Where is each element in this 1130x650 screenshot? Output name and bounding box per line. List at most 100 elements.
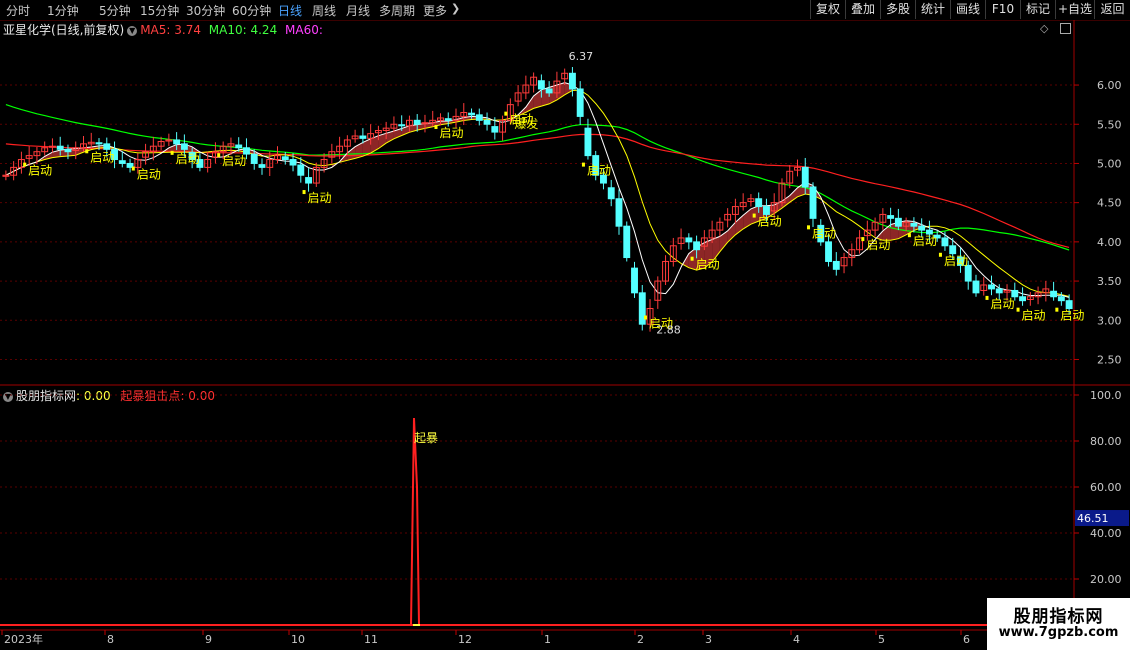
candle-body — [398, 124, 406, 127]
ma-ribbon — [331, 161, 340, 168]
ma-ribbon — [424, 122, 433, 129]
candle-body — [561, 72, 569, 80]
tab-multi-period[interactable]: 多周期 — [379, 2, 415, 19]
candle-body — [747, 198, 755, 202]
candle-body — [949, 245, 957, 255]
candle-body — [739, 202, 747, 208]
candle-body — [33, 151, 41, 157]
tab-5min[interactable]: 5分钟 — [99, 2, 131, 19]
ma-ribbon — [805, 182, 814, 196]
ma-ribbon — [91, 145, 100, 150]
price-tick-label: 5.50 — [1097, 118, 1122, 131]
ma-ribbon — [192, 146, 200, 153]
candle-body — [1065, 300, 1073, 310]
signal-dot — [938, 252, 942, 257]
back-button[interactable]: 返回 — [1094, 0, 1130, 19]
ma-ribbon — [727, 222, 736, 243]
tab-60min[interactable]: 60分钟 — [232, 2, 271, 19]
dropdown-icon[interactable]: ▼ — [127, 25, 138, 36]
tab-more[interactable]: 更多 — [423, 2, 447, 19]
signal-dot — [85, 149, 89, 154]
candle-body — [17, 159, 25, 168]
ma-ribbon — [813, 185, 821, 200]
dropdown-icon[interactable]: ▼ — [3, 391, 13, 402]
candle-body — [623, 225, 631, 259]
candle-body — [359, 135, 367, 139]
candle-body — [421, 122, 429, 125]
candle-body — [41, 147, 49, 153]
add-watchlist-button[interactable]: +自选 — [1055, 0, 1094, 19]
candle-body — [770, 202, 778, 212]
draw-line-button[interactable]: 画线 — [950, 0, 985, 19]
signal-label: 启动 — [308, 191, 332, 205]
time-tick-label: 8 — [107, 633, 114, 646]
candle-body — [460, 111, 468, 117]
time-tick-label: 1 — [544, 633, 551, 646]
signal-dot — [217, 153, 221, 158]
signal-markers: 启动启动启动启动 启动启动启动启动启动启动启动启动启动启动 启动启动启动启动 启动爆发… — [23, 50, 1084, 337]
ma-ribbon — [704, 239, 713, 269]
candle-body — [724, 213, 732, 221]
indicator-tick-label: 100.0 — [1090, 389, 1122, 402]
candle-body — [607, 187, 615, 200]
candle-body — [444, 118, 452, 121]
candle-body — [87, 141, 95, 145]
tab-15min[interactable]: 15分钟 — [140, 2, 179, 19]
candle-body — [1042, 288, 1050, 294]
candle-body — [475, 114, 483, 121]
signal-dot — [807, 225, 811, 230]
candle-body — [1050, 290, 1058, 298]
candle-body — [468, 112, 475, 116]
candle-body — [111, 148, 118, 161]
current-value: 46.51 — [1077, 512, 1109, 525]
multi-stock-button[interactable]: 多股 — [880, 0, 915, 19]
diamond-icon[interactable]: ◇ — [1040, 22, 1048, 35]
candle-body — [801, 166, 809, 188]
candle-body — [429, 119, 437, 124]
candle-body — [716, 221, 724, 231]
candle-body — [149, 145, 157, 153]
candle-body — [662, 260, 670, 282]
candle-body — [646, 308, 654, 325]
ma5-label: MA5: 3.74 — [140, 23, 201, 37]
tab-30min[interactable]: 30分钟 — [186, 2, 225, 19]
ma-ribbon — [913, 221, 922, 231]
ma-ribbon — [541, 87, 550, 107]
ma-ribbon — [254, 151, 262, 157]
tab-monthly[interactable]: 月线 — [346, 2, 370, 19]
overlay-button[interactable]: 叠加 — [845, 0, 880, 19]
watermark: 股朋指标网 www.7gpzb.com — [987, 598, 1130, 650]
ma-ribbon — [797, 182, 806, 197]
candle-body — [95, 142, 103, 145]
maximize-icon[interactable] — [1060, 23, 1071, 34]
candle-body — [405, 119, 413, 127]
time-tick-label: 11 — [364, 633, 378, 646]
restore-rights-button[interactable]: 复权 — [810, 0, 845, 19]
ma-ribbon — [681, 253, 689, 268]
candle-body — [211, 151, 219, 158]
candle-body — [778, 182, 786, 204]
candle-body — [180, 143, 188, 150]
candle-body — [48, 145, 56, 148]
signal-label: 启动 — [176, 152, 200, 166]
ma-ribbon — [67, 148, 76, 157]
candle-body — [188, 151, 196, 161]
statistics-button[interactable]: 统计 — [915, 0, 950, 19]
tab-1min[interactable]: 1分钟 — [47, 2, 79, 19]
chevron-right-icon[interactable]: ❯ — [451, 2, 460, 15]
tab-fenshi[interactable]: 分时 — [6, 2, 30, 19]
tab-weekly[interactable]: 周线 — [312, 2, 336, 19]
indicator-value: : 0.00 — [76, 389, 111, 403]
candle-body — [235, 144, 243, 149]
tab-daily[interactable]: 日线 — [278, 2, 302, 19]
ma-ribbon — [735, 215, 744, 235]
time-tick-label: 2 — [637, 633, 644, 646]
ma-ribbon — [766, 205, 775, 219]
mark-button[interactable]: 标记 — [1020, 0, 1055, 19]
f10-button[interactable]: F10 — [985, 0, 1020, 19]
candle-body — [887, 215, 895, 219]
candle-body — [320, 159, 328, 168]
ma-ribbon — [688, 247, 697, 271]
signal-label: 启动 — [1022, 309, 1046, 323]
ma-ribbon — [890, 222, 899, 241]
